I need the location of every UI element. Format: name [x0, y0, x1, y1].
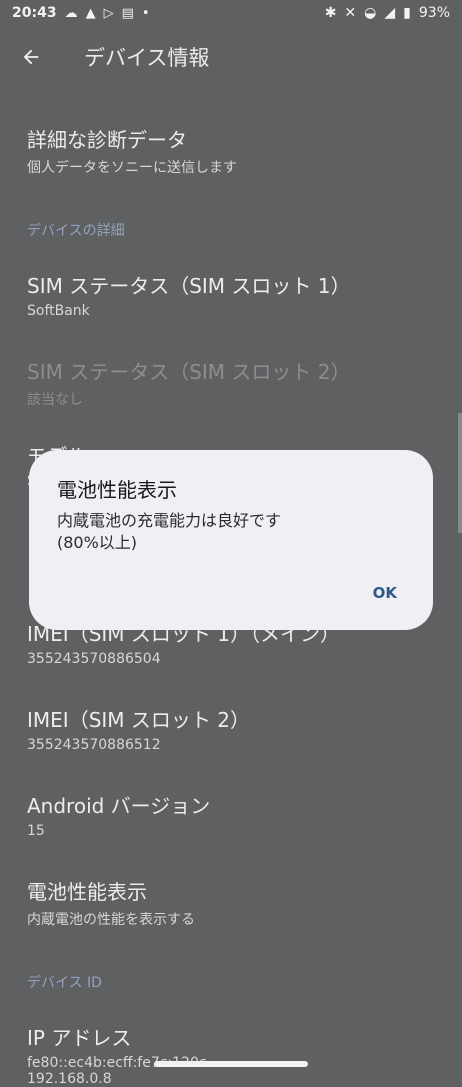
dialog-message-line2: (80%以上): [57, 533, 138, 552]
notification-icon: ☁: [64, 5, 78, 21]
ok-button[interactable]: OK: [373, 584, 397, 602]
dialog-message-line1: 内蔵電池の充電能力は良好です: [57, 511, 282, 530]
ip-address-item[interactable]: IP アドレス fe80::ec4b:ecff:fe7c:120c 192.16…: [27, 1022, 207, 1087]
item-title: IMEI（SIM スロット 2）: [27, 708, 250, 732]
battery-percent: 93%: [418, 5, 450, 21]
sim1-status-item[interactable]: SIM ステータス（SIM スロット 1） SoftBank: [27, 270, 351, 319]
item-title: SIM ステータス（SIM スロット 2）: [27, 360, 351, 384]
item-subtitle: 該当なし: [27, 392, 83, 408]
item-subtitle: 15: [27, 823, 45, 839]
scrollbar[interactable]: [458, 413, 462, 533]
item-title: 電池性能表示: [27, 880, 147, 904]
item-title: IP アドレス: [27, 1026, 132, 1050]
warning-icon: ▲: [85, 5, 96, 21]
item-subtitle: 355243570886504: [27, 651, 161, 667]
item-subtitle: SoftBank: [27, 303, 90, 319]
back-button[interactable]: [18, 44, 44, 70]
page-title: デバイス情報: [84, 46, 210, 70]
dialog-message: 内蔵電池の充電能力は良好です (80%以上): [57, 510, 407, 554]
imei2-item[interactable]: IMEI（SIM スロット 2） 355243570886512: [27, 704, 250, 753]
bluetooth-icon: ✱: [324, 5, 337, 21]
gesture-nav-handle[interactable]: [154, 1061, 308, 1067]
app-icon: ▤: [121, 5, 134, 21]
signal-icon: ◢: [384, 5, 396, 21]
wifi-icon: ◒: [364, 5, 377, 21]
dialog-title: 電池性能表示: [57, 478, 177, 502]
item-subtitle: 355243570886512: [27, 737, 161, 753]
item-subtitle-2: 192.168.0.8: [27, 1071, 112, 1087]
battery-performance-item[interactable]: 電池性能表示 内蔵電池の性能を表示する: [27, 876, 195, 929]
item-subtitle: 内蔵電池の性能を表示する: [27, 912, 195, 928]
section-header-device-id: デバイス ID: [27, 975, 102, 991]
status-time: 20:43: [12, 5, 57, 21]
item-title: 詳細な診断データ: [27, 128, 187, 152]
item-subtitle: 個人データをソニーに送信します: [27, 160, 237, 176]
battery-dialog: 電池性能表示 内蔵電池の充電能力は良好です (80%以上) OK: [29, 450, 433, 630]
section-header-details: デバイスの詳細: [27, 223, 125, 239]
item-title: SIM ステータス（SIM スロット 1）: [27, 274, 351, 298]
sim2-status-item: SIM ステータス（SIM スロット 2） 該当なし: [27, 356, 351, 409]
play-store-icon: ▷: [103, 5, 114, 21]
diagnostics-item[interactable]: 詳細な診断データ 個人データをソニーに送信します: [27, 124, 237, 177]
dot-icon: •: [141, 5, 150, 21]
item-title: Android バージョン: [27, 794, 211, 818]
battery-icon: ▮: [403, 5, 411, 21]
back-arrow-icon: [23, 49, 39, 65]
android-version-item[interactable]: Android バージョン 15: [27, 790, 210, 839]
status-bar: 20:43 ☁ ▲ ▷ ▤ • ✱ ✕ ◒ ◢ ▮ 93%: [0, 0, 462, 26]
mute-icon: ✕: [344, 5, 357, 21]
app-bar: デバイス情報: [0, 26, 462, 88]
